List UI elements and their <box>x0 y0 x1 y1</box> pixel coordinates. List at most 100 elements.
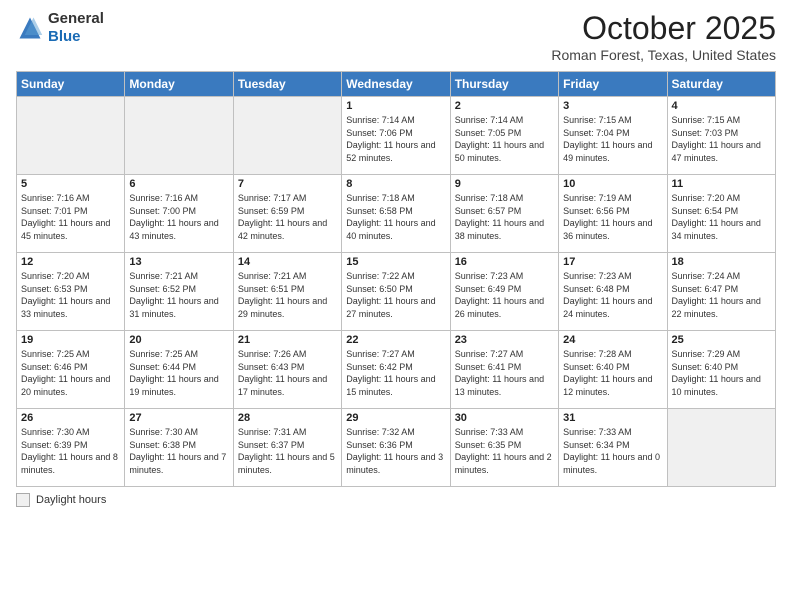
day-number: 11 <box>672 178 771 190</box>
day-number: 20 <box>129 334 228 346</box>
day-number: 7 <box>238 178 337 190</box>
day-info: Sunrise: 7:24 AMSunset: 6:47 PMDaylight:… <box>672 270 771 320</box>
calendar-week-4: 26Sunrise: 7:30 AMSunset: 6:39 PMDayligh… <box>17 409 776 487</box>
day-info: Sunrise: 7:16 AMSunset: 7:01 PMDaylight:… <box>21 192 120 242</box>
calendar-cell <box>125 97 233 175</box>
calendar-cell: 5 Sunrise: 7:16 AMSunset: 7:01 PMDaylight… <box>17 175 125 253</box>
day-info: Sunrise: 7:20 AMSunset: 6:54 PMDaylight:… <box>672 192 771 242</box>
day-number: 30 <box>455 412 554 424</box>
calendar-week-0: 1 Sunrise: 7:14 AMSunset: 7:06 PMDaylight… <box>17 97 776 175</box>
calendar-cell: 31 Sunrise: 7:33 AMSunset: 6:34 PMDayligh… <box>559 409 667 487</box>
day-number: 6 <box>129 178 228 190</box>
day-number: 28 <box>238 412 337 424</box>
day-info: Sunrise: 7:16 AMSunset: 7:00 PMDaylight:… <box>129 192 228 242</box>
calendar-cell: 29 Sunrise: 7:32 AMSunset: 6:36 PMDayligh… <box>342 409 450 487</box>
day-info: Sunrise: 7:33 AMSunset: 6:34 PMDaylight:… <box>563 426 662 476</box>
day-info: Sunrise: 7:32 AMSunset: 6:36 PMDaylight:… <box>346 426 445 476</box>
day-number: 13 <box>129 256 228 268</box>
day-number: 22 <box>346 334 445 346</box>
calendar-cell: 24Sunrise: 7:28 AMSunset: 6:40 PMDayligh… <box>559 331 667 409</box>
calendar-table: Sunday Monday Tuesday Wednesday Thursday… <box>16 71 776 487</box>
calendar-cell <box>233 97 341 175</box>
logo-icon <box>16 14 44 42</box>
day-info: Sunrise: 7:17 AMSunset: 6:59 PMDaylight:… <box>238 192 337 242</box>
col-sunday: Sunday <box>17 72 125 97</box>
day-info: Sunrise: 7:25 AMSunset: 6:44 PMDaylight:… <box>129 348 228 398</box>
col-tuesday: Tuesday <box>233 72 341 97</box>
day-number: 27 <box>129 412 228 424</box>
col-thursday: Thursday <box>450 72 558 97</box>
calendar-cell: 22 Sunrise: 7:27 AMSunset: 6:42 PMDayligh… <box>342 331 450 409</box>
legend: Daylight hours <box>16 493 776 507</box>
calendar-cell: 23 Sunrise: 7:27 AMSunset: 6:41 PMDayligh… <box>450 331 558 409</box>
calendar-cell: 13 Sunrise: 7:21 AMSunset: 6:52 PMDayligh… <box>125 253 233 331</box>
calendar-cell: 19Sunrise: 7:25 AMSunset: 6:46 PMDayligh… <box>17 331 125 409</box>
day-info: Sunrise: 7:23 AMSunset: 6:49 PMDaylight:… <box>455 270 554 320</box>
month-title: October 2025 <box>551 10 776 47</box>
calendar-cell: 7 Sunrise: 7:17 AMSunset: 6:59 PMDaylight… <box>233 175 341 253</box>
calendar-cell: 20 Sunrise: 7:25 AMSunset: 6:44 PMDayligh… <box>125 331 233 409</box>
calendar-week-2: 12 Sunrise: 7:20 AMSunset: 6:53 PMDayligh… <box>17 253 776 331</box>
day-number: 1 <box>346 100 445 112</box>
day-number: 16 <box>455 256 554 268</box>
day-number: 25 <box>672 334 771 346</box>
day-info: Sunrise: 7:30 AMSunset: 6:38 PMDaylight:… <box>129 426 228 476</box>
calendar-header-row: Sunday Monday Tuesday Wednesday Thursday… <box>17 72 776 97</box>
day-number: 24 <box>563 334 662 346</box>
day-number: 14 <box>238 256 337 268</box>
day-info: Sunrise: 7:20 AMSunset: 6:53 PMDaylight:… <box>21 270 120 320</box>
calendar-cell: 8 Sunrise: 7:18 AMSunset: 6:58 PMDaylight… <box>342 175 450 253</box>
calendar-cell: 9Sunrise: 7:18 AMSunset: 6:57 PMDaylight… <box>450 175 558 253</box>
legend-label: Daylight hours <box>36 494 106 506</box>
day-number: 2 <box>455 100 554 112</box>
day-info: Sunrise: 7:15 AMSunset: 7:04 PMDaylight:… <box>563 114 662 164</box>
calendar-cell: 21 Sunrise: 7:26 AMSunset: 6:43 PMDayligh… <box>233 331 341 409</box>
day-number: 29 <box>346 412 445 424</box>
day-number: 17 <box>563 256 662 268</box>
calendar-cell: 27 Sunrise: 7:30 AMSunset: 6:38 PMDayligh… <box>125 409 233 487</box>
day-number: 21 <box>238 334 337 346</box>
calendar-cell: 30 Sunrise: 7:33 AMSunset: 6:35 PMDayligh… <box>450 409 558 487</box>
day-info: Sunrise: 7:18 AMSunset: 6:58 PMDaylight:… <box>346 192 445 242</box>
day-info: Sunrise: 7:33 AMSunset: 6:35 PMDaylight:… <box>455 426 554 476</box>
col-monday: Monday <box>125 72 233 97</box>
day-info: Sunrise: 7:27 AMSunset: 6:41 PMDaylight:… <box>455 348 554 398</box>
calendar-cell: 17 Sunrise: 7:23 AMSunset: 6:48 PMDayligh… <box>559 253 667 331</box>
calendar-cell: 18 Sunrise: 7:24 AMSunset: 6:47 PMDayligh… <box>667 253 775 331</box>
calendar-cell: 25 Sunrise: 7:29 AMSunset: 6:40 PMDayligh… <box>667 331 775 409</box>
calendar-cell <box>17 97 125 175</box>
day-number: 23 <box>455 334 554 346</box>
day-info: Sunrise: 7:22 AMSunset: 6:50 PMDaylight:… <box>346 270 445 320</box>
day-info: Sunrise: 7:21 AMSunset: 6:52 PMDaylight:… <box>129 270 228 320</box>
logo-blue-text: Blue <box>48 28 81 45</box>
title-block: October 2025 Roman Forest, Texas, United… <box>551 10 776 63</box>
day-number: 8 <box>346 178 445 190</box>
day-info: Sunrise: 7:29 AMSunset: 6:40 PMDaylight:… <box>672 348 771 398</box>
day-info: Sunrise: 7:23 AMSunset: 6:48 PMDaylight:… <box>563 270 662 320</box>
day-number: 18 <box>672 256 771 268</box>
day-info: Sunrise: 7:26 AMSunset: 6:43 PMDaylight:… <box>238 348 337 398</box>
day-info: Sunrise: 7:21 AMSunset: 6:51 PMDaylight:… <box>238 270 337 320</box>
day-info: Sunrise: 7:14 AMSunset: 7:05 PMDaylight:… <box>455 114 554 164</box>
day-number: 3 <box>563 100 662 112</box>
day-number: 12 <box>21 256 120 268</box>
page-container: General Blue October 2025 Roman Forest, … <box>0 0 792 517</box>
location-subtitle: Roman Forest, Texas, United States <box>551 47 776 63</box>
day-number: 4 <box>672 100 771 112</box>
legend-box <box>16 493 30 507</box>
calendar-cell: 15Sunrise: 7:22 AMSunset: 6:50 PMDayligh… <box>342 253 450 331</box>
calendar-cell: 16 Sunrise: 7:23 AMSunset: 6:49 PMDayligh… <box>450 253 558 331</box>
day-number: 5 <box>21 178 120 190</box>
calendar-week-3: 19Sunrise: 7:25 AMSunset: 6:46 PMDayligh… <box>17 331 776 409</box>
calendar-cell: 11 Sunrise: 7:20 AMSunset: 6:54 PMDayligh… <box>667 175 775 253</box>
day-number: 26 <box>21 412 120 424</box>
logo-general-text: General <box>48 10 104 27</box>
calendar-cell: 14 Sunrise: 7:21 AMSunset: 6:51 PMDayligh… <box>233 253 341 331</box>
day-number: 31 <box>563 412 662 424</box>
calendar-cell: 4Sunrise: 7:15 AMSunset: 7:03 PMDaylight… <box>667 97 775 175</box>
day-info: Sunrise: 7:18 AMSunset: 6:57 PMDaylight:… <box>455 192 554 242</box>
day-info: Sunrise: 7:27 AMSunset: 6:42 PMDaylight:… <box>346 348 445 398</box>
calendar-cell <box>667 409 775 487</box>
day-info: Sunrise: 7:14 AMSunset: 7:06 PMDaylight:… <box>346 114 445 164</box>
day-info: Sunrise: 7:25 AMSunset: 6:46 PMDaylight:… <box>21 348 120 398</box>
